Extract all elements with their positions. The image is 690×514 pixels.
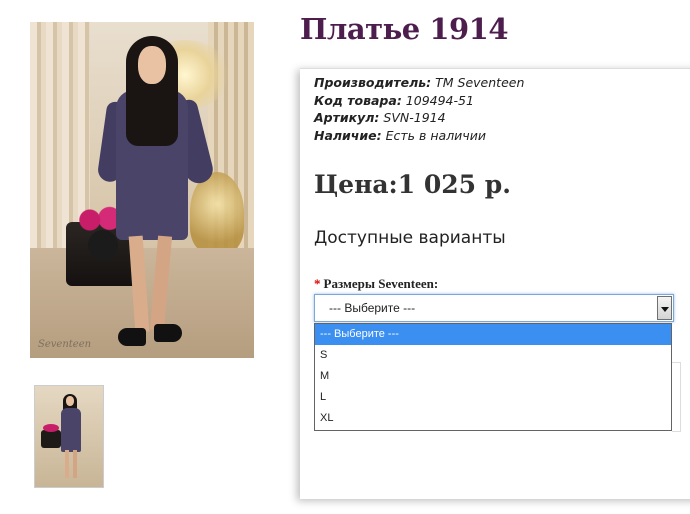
product-code-row: Код товара: 109494-51 — [314, 92, 524, 110]
options-heading: Доступные варианты — [314, 228, 506, 248]
stock-row: Наличие: Есть в наличии — [314, 127, 524, 145]
product-price: Цена:1 025 р. — [314, 170, 511, 199]
size-option-placeholder[interactable]: --- Выберите --- — [315, 324, 671, 345]
product-details: Производитель: TM Seventeen Код товара: … — [314, 74, 524, 144]
article-value: SVN-1914 — [383, 110, 446, 125]
product-code-label: Код товара: — [314, 92, 402, 108]
manufacturer-label: Производитель: — [314, 75, 432, 90]
size-select-value: --- Выберите --- — [329, 301, 416, 315]
product-main-image[interactable]: Seventeen — [30, 22, 254, 358]
size-label: * Размеры Seventeen: — [314, 276, 438, 292]
stock-label: Наличие: — [314, 127, 382, 143]
stock-value: Есть в наличии — [385, 127, 486, 143]
article-row: Артикул: SVN-1914 — [314, 109, 524, 127]
manufacturer-row: Производитель: TM Seventeen — [314, 74, 524, 92]
size-label-text: Размеры Seventeen: — [323, 276, 439, 291]
size-option-s[interactable]: S — [315, 345, 671, 366]
product-thumbnail[interactable] — [34, 385, 104, 488]
size-option-xl[interactable]: XL — [315, 408, 671, 429]
product-title: Платье 1914 — [300, 12, 509, 46]
chevron-down-icon[interactable] — [657, 296, 672, 320]
required-mark: * — [314, 276, 321, 291]
size-option-l[interactable]: L — [315, 387, 671, 408]
size-dropdown-list: --- Выберите --- S M L XL — [314, 323, 672, 431]
manufacturer-value: TM Seventeen — [435, 75, 525, 90]
size-option-m[interactable]: M — [315, 366, 671, 387]
photo-signature: Seventeen — [38, 339, 92, 350]
size-select[interactable]: --- Выберите --- — [314, 294, 674, 322]
article-label: Артикул: — [314, 110, 380, 125]
product-code-value: 109494-51 — [405, 92, 474, 108]
